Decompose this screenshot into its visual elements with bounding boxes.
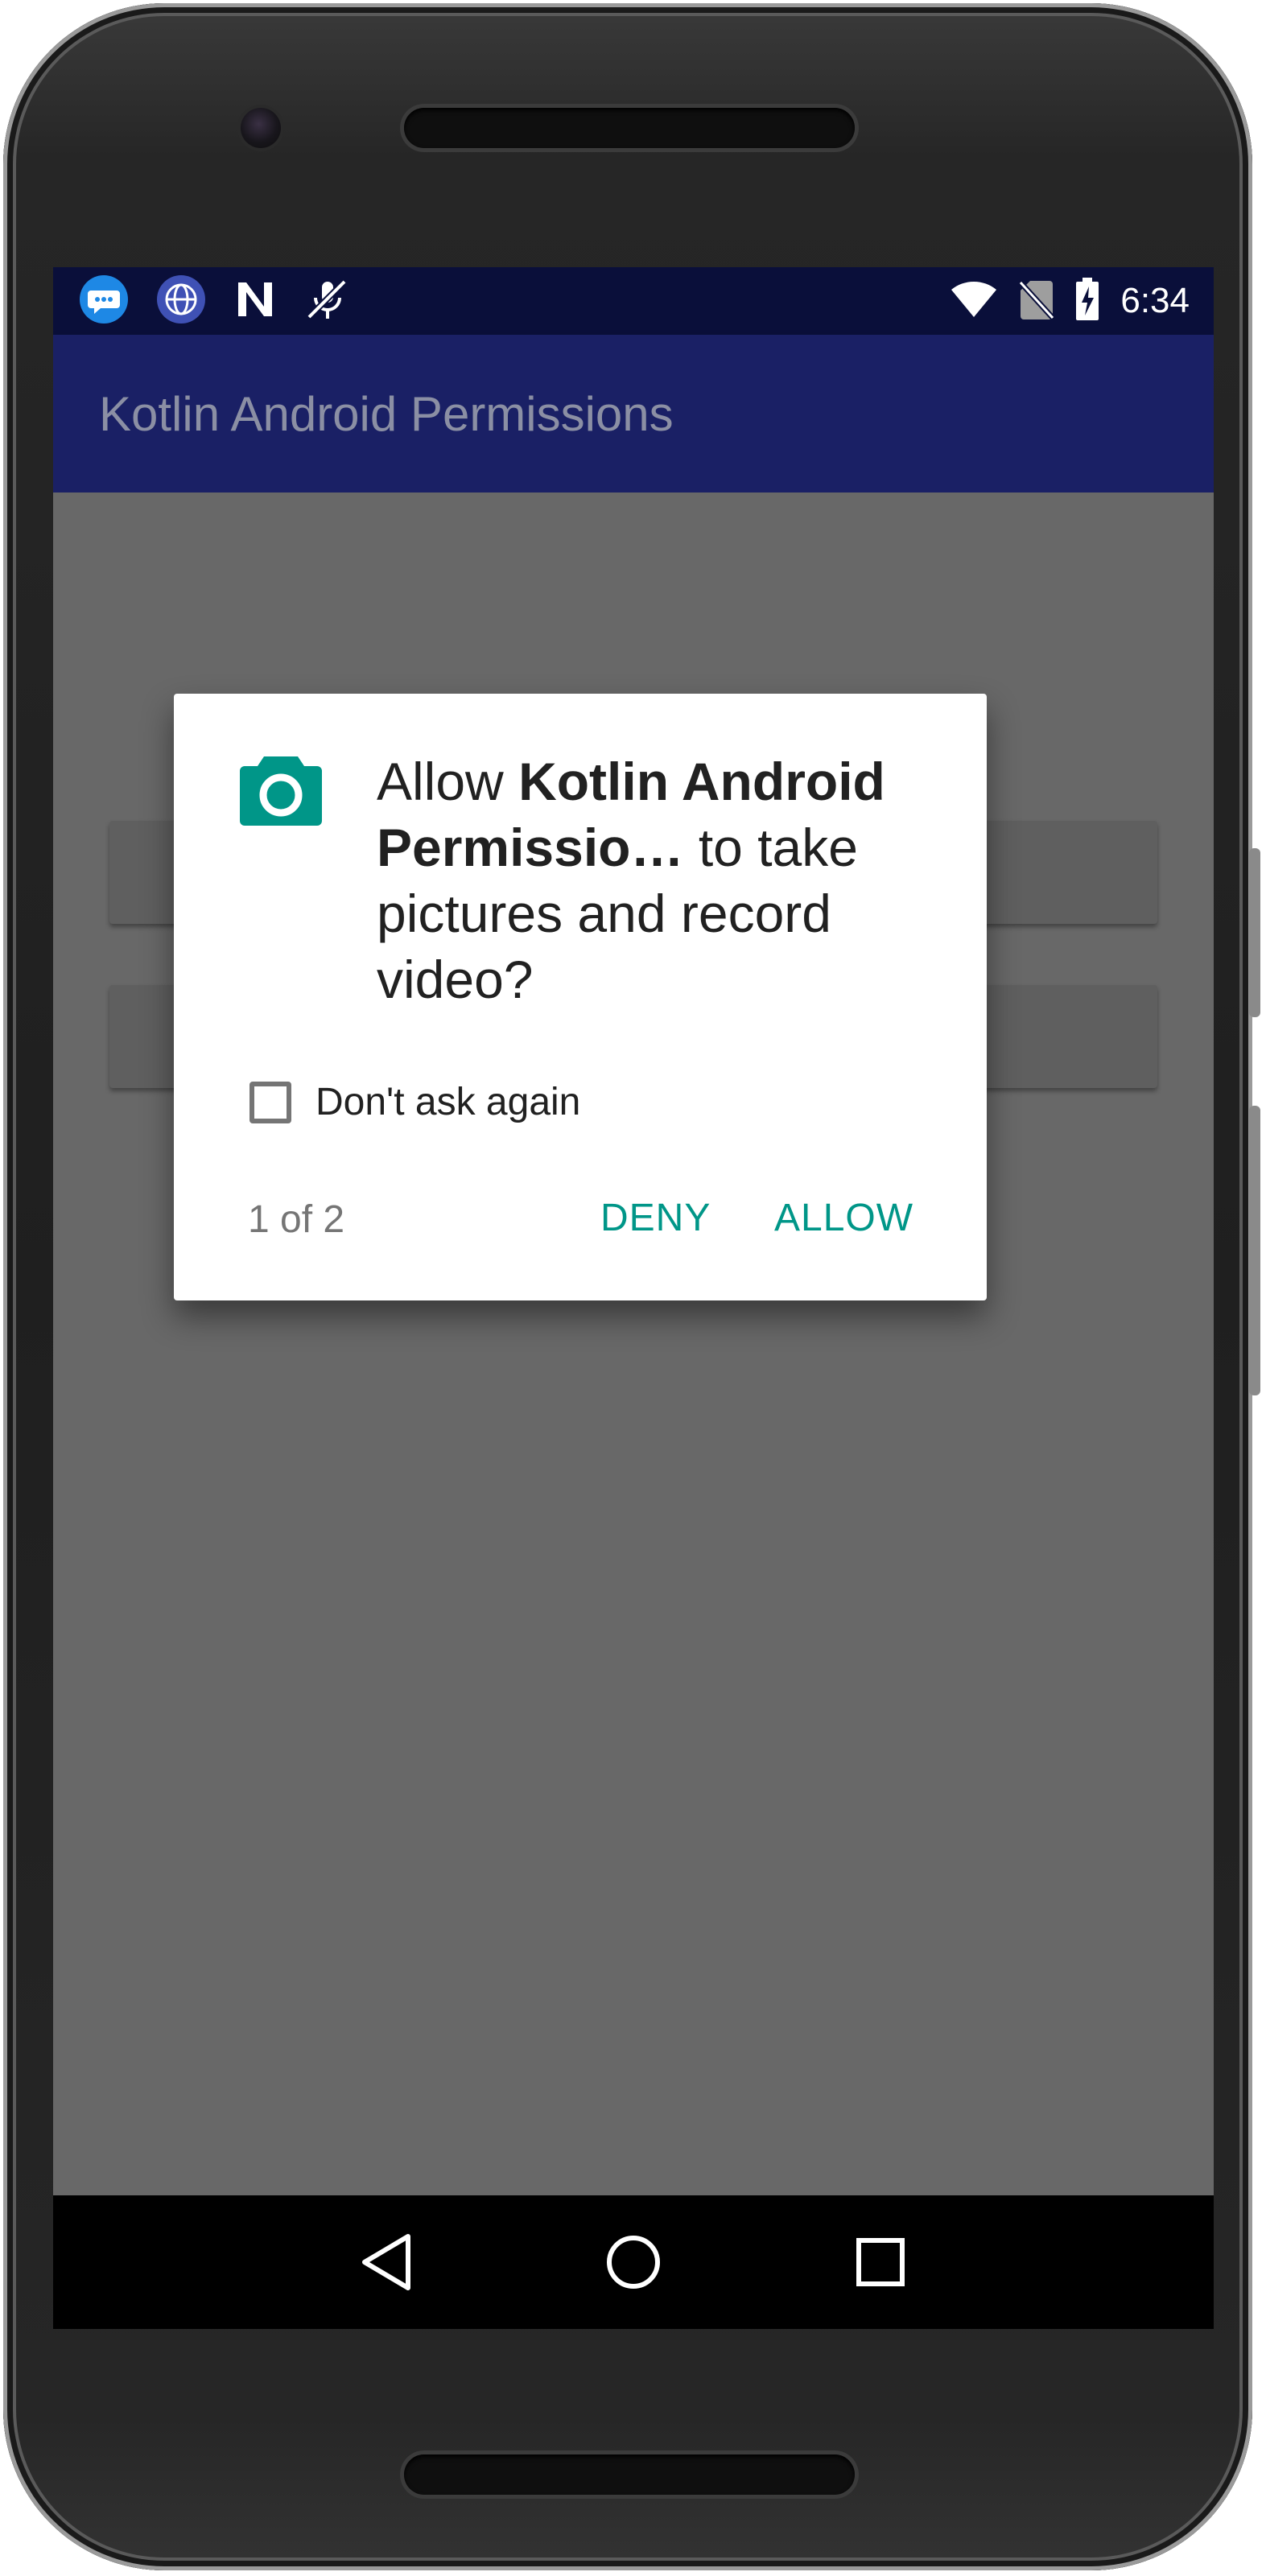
app-title: Kotlin Android Permissions [99, 386, 674, 441]
home-icon[interactable] [597, 2226, 670, 2298]
permission-dialog: Allow Kotlin Android Permissio… to take … [174, 694, 987, 1300]
status-bar: 6:34 [53, 267, 1214, 335]
recents-icon[interactable] [844, 2226, 917, 2298]
front-camera [241, 108, 281, 148]
deny-button[interactable]: DENY [600, 1196, 711, 1240]
mic-off-icon [304, 277, 349, 326]
dont-ask-again-checkbox[interactable] [249, 1081, 291, 1123]
back-icon[interactable] [350, 2226, 423, 2298]
navigation-bar [53, 2195, 1214, 2329]
permission-message: Allow Kotlin Android Permissio… to take … [377, 748, 940, 1012]
power-button [1249, 848, 1260, 1017]
messages-icon [79, 274, 129, 328]
clock: 6:34 [1120, 281, 1190, 320]
app-bar: Kotlin Android Permissions [53, 335, 1214, 493]
news-icon [156, 274, 206, 328]
bottom-speaker [404, 2454, 855, 2495]
wifi-icon [950, 280, 998, 323]
camera-icon [238, 753, 324, 826]
top-speaker [404, 108, 855, 148]
volume-button [1249, 1106, 1260, 1395]
battery-charging-icon [1075, 277, 1099, 325]
allow-button[interactable]: ALLOW [774, 1196, 913, 1240]
message-prefix: Allow [377, 752, 519, 811]
n-icon [233, 278, 277, 325]
permission-counter: 1 of 2 [248, 1198, 345, 1241]
dont-ask-again-row[interactable]: Don't ask again [249, 1080, 580, 1124]
no-sim-icon [1018, 279, 1055, 324]
dont-ask-again-label: Don't ask again [315, 1081, 581, 1123]
